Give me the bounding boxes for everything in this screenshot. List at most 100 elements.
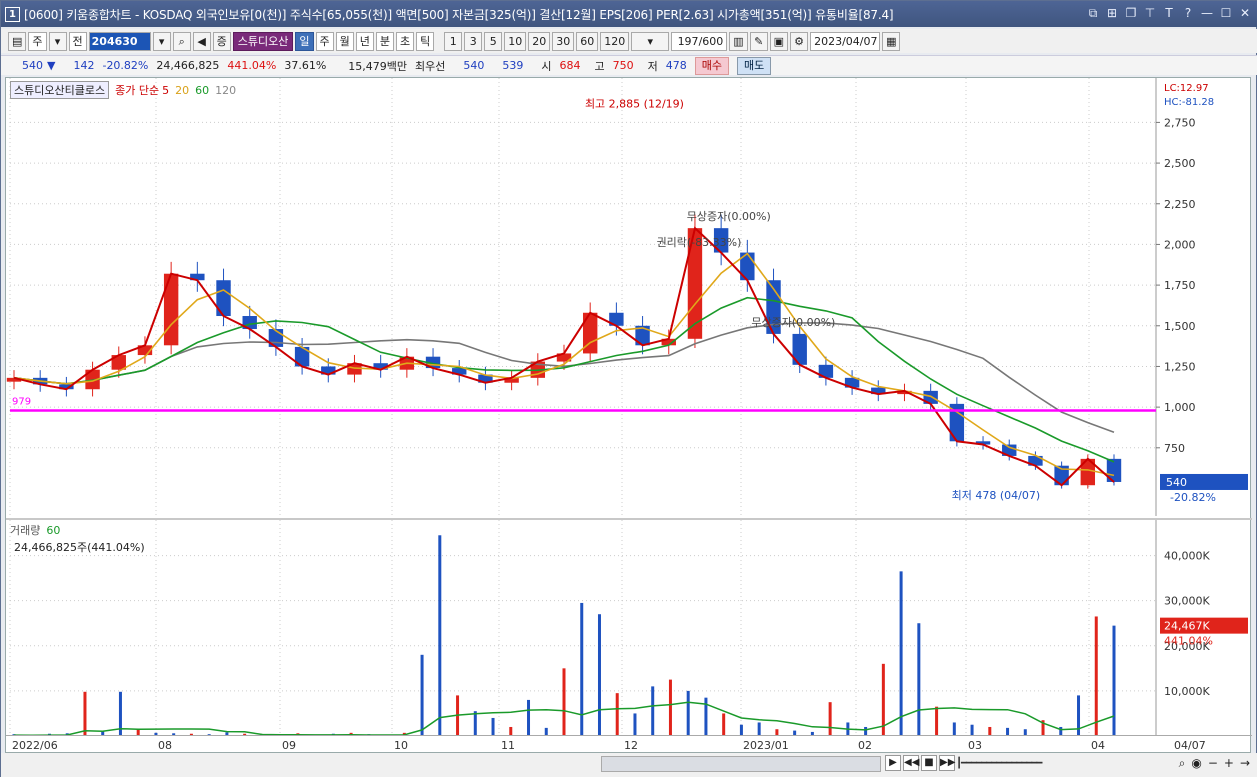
volume-bar [562,668,566,736]
tab-day[interactable]: 일 [295,31,314,51]
ma120-line [13,322,1115,434]
tick-20[interactable]: 20 [528,31,551,51]
stock-name-field[interactable]: 스튜디오산 [232,31,294,51]
tab-month[interactable]: 월 [335,31,354,51]
tab-week[interactable]: 주 [315,31,334,51]
low-annotation: 최저 478 (04/07) [952,489,1041,502]
arrow-icon[interactable]: → [1240,756,1250,771]
price-tick-label: 2,750 [1164,116,1196,129]
ma5-label: 5 [162,83,170,97]
volume-tag-label: 24,467K [1164,620,1210,633]
plus-icon[interactable]: + [1224,756,1234,771]
search-icon[interactable]: ⌕ [1179,756,1186,771]
x-tick-label: 12 [624,739,638,752]
bid-price: 539 [502,59,524,72]
tab-tick[interactable]: 틱 [416,31,435,51]
draw-icon[interactable]: ✎ [749,31,768,51]
ma20-line [13,252,1115,477]
zoom-slider[interactable]: ┃━━━━━━━━━━━━━━━━ [956,758,1076,770]
stock-legend-box[interactable]: 스튜디오산티클로스 [10,81,110,99]
tab-year[interactable]: 년 [355,31,374,51]
chart-window: 1 [0600] 키움종합차트 - KOSDAQ 외국인보유[0(천)] 주식수… [0,0,1257,777]
indicator-icon[interactable]: ▥ [729,31,748,51]
pin-icon[interactable]: ⊤ [1143,6,1157,20]
nav-buttons: ▶ ◀◀ ■ ▶▶ [885,755,955,771]
tick-30[interactable]: 30 [552,31,575,51]
tick-5[interactable]: 5 [484,31,503,51]
custom-period-select[interactable]: ▾ [631,31,670,51]
rights-annotation: 권리락(-83.33%) [657,236,742,249]
x-tick-label: 04 [1091,739,1105,752]
ma60-line [13,296,1115,463]
tick-60[interactable]: 60 [576,31,599,51]
price-chart-svg[interactable]: 2,750 2,500 2,250 2,000 1,750 1,500 1,250 1,000… [6,78,1252,516]
period-select[interactable]: 주 [28,31,47,51]
tick-10[interactable]: 10 [504,31,527,51]
copy-icon[interactable]: ❐ [1124,6,1138,20]
stock-code-input[interactable]: 204630 [88,31,151,51]
volume-bar [633,713,637,736]
volume-ratio: 441.04% [227,59,277,72]
stock-type-icon[interactable]: 증 [212,31,231,51]
volume-bars-group [12,535,1116,736]
volume-bar [580,602,584,736]
horizontal-scrollbar[interactable] [601,756,881,772]
lc-label: LC:12.97 [1164,83,1209,94]
play-icon[interactable]: ▶ [885,755,901,771]
prev-button[interactable]: 전 [68,31,87,51]
date-input[interactable]: 2023/04/07 [810,31,881,51]
high-annotation: 최고 2,885 (12/19) [585,97,684,110]
font-icon[interactable]: T [1162,6,1176,20]
volume-bar [828,702,832,736]
volume-bar [952,722,956,736]
volume-ma-label: 60 [46,523,61,537]
count-input[interactable]: 197/600 [671,31,728,51]
x-right-label: 04/07 [1174,739,1206,752]
chart-area[interactable]: 2,750 2,500 2,250 2,000 1,750 1,500 1,250 1,000… [5,77,1252,753]
tick-3[interactable]: 3 [464,31,483,51]
minus-icon[interactable]: − [1208,756,1218,771]
eye-icon[interactable]: ◉ [1191,756,1201,771]
minimize-icon[interactable]: — [1200,6,1214,20]
price-tick-label: 1,000 [1164,401,1196,414]
chevron-down-icon[interactable]: ▾ [48,31,67,51]
sell-button[interactable]: 매도 [737,56,772,75]
change-percent: -20.82% [102,59,149,72]
help-icon[interactable]: ? [1181,6,1195,20]
status-bar: ▶ ◀◀ ■ ▶▶ ┃━━━━━━━━━━━━━━━━ ⌕ ◉ − + → [1,753,1257,777]
forward-icon[interactable]: ▶▶ [939,755,955,771]
ma20-label: 20 [175,83,190,97]
x-tick-label: 08 [158,739,172,752]
save-icon[interactable]: ▣ [769,31,789,51]
volume-panel[interactable]: 40,000K 30,000K 20,000K 10,000K 24,467K 441.0… [6,518,1252,736]
link-icon[interactable]: ⧉ [1086,6,1100,20]
volume-bar [83,691,87,736]
speaker-icon[interactable]: ◀ [192,31,211,51]
volume-bar [935,706,939,736]
volume-bar [651,686,655,736]
stop-icon[interactable]: ■ [921,755,937,771]
volume-chart-svg[interactable]: 40,000K30,000K20,000K10,000K24,467K441.0… [6,520,1252,736]
search-icon[interactable]: ⌕ [172,31,191,51]
volume-bar [1077,695,1081,736]
close-icon[interactable]: ✕ [1238,6,1252,20]
tab-second[interactable]: 초 [396,31,415,51]
quote-bar: 540 ▼ 142 -20.82% 24,466,825 441.04% 37.… [1,55,1257,75]
code-dropdown-icon[interactable]: ▾ [152,31,171,51]
price-panel[interactable]: 2,750 2,500 2,250 2,000 1,750 1,500 1,250 1,000… [6,78,1252,516]
tab-minute[interactable]: 분 [375,31,395,51]
tick-1[interactable]: 1 [444,31,463,51]
tick-120[interactable]: 120 [600,31,630,51]
hc-label: HC:-81.28 [1164,97,1214,108]
settings-icon[interactable]: ⚙ [790,31,809,51]
count-value: 197 [677,34,699,48]
maximize-icon[interactable]: ☐ [1219,6,1233,20]
ask-price: 540 [463,59,485,72]
buy-button[interactable]: 매수 [694,56,730,75]
grid-icon[interactable]: ⊞ [1105,6,1119,20]
ma60-label: 60 [195,83,210,97]
rewind-icon[interactable]: ◀◀ [903,755,919,771]
calendar-icon[interactable]: ▦ [882,31,901,51]
volume-bar [420,654,424,736]
layout-icon[interactable]: ▤ [8,31,27,51]
